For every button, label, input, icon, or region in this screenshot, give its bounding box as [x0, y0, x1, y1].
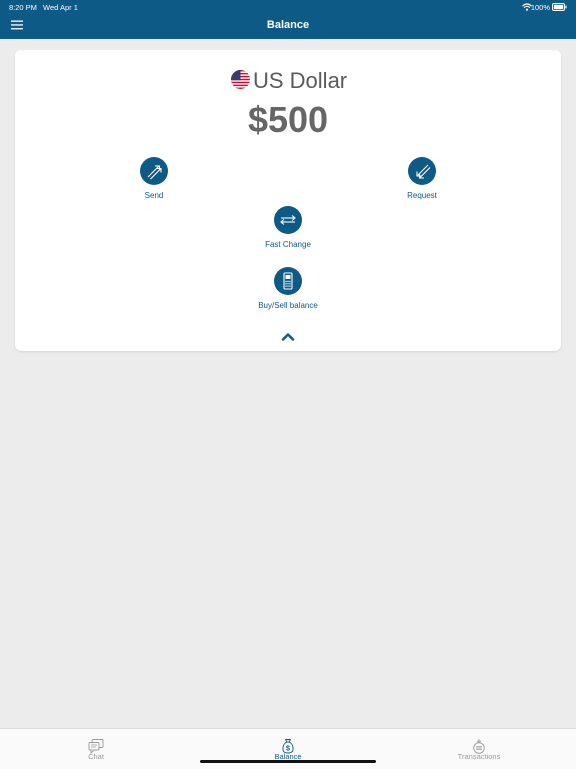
send-arrow-icon: [147, 165, 162, 180]
card-terminal-icon: [283, 272, 293, 290]
status-time: 8:20 PM: [9, 3, 37, 12]
currency-name: US Dollar: [253, 68, 348, 93]
battery-icon: [552, 3, 567, 11]
request-arrow-icon: [416, 164, 431, 179]
balance-card: US Dollar $500 Send Request Fast Change …: [15, 50, 561, 351]
tab-chat[interactable]: Chat: [66, 729, 126, 769]
us-flag-icon: [231, 70, 250, 89]
battery-percentage: 100%: [530, 3, 550, 12]
send-label: Send: [144, 191, 164, 200]
exchange-arrows-icon: [280, 215, 296, 225]
status-date: Wed Apr 1: [43, 3, 78, 12]
top-bar: 8:20 PM Wed Apr 1 100% Balance: [0, 0, 576, 39]
tab-balance[interactable]: $ Balance: [258, 729, 318, 769]
home-indicator: [200, 760, 376, 763]
page-title: Balance: [266, 19, 310, 31]
chevron-up-icon[interactable]: [281, 332, 295, 341]
tab-chat-label: Chat: [88, 752, 104, 761]
buy-sell-balance-label: Buy/Sell balance: [258, 301, 318, 310]
tab-transactions[interactable]: Transactions: [449, 729, 509, 769]
tab-transactions-label: Transactions: [457, 752, 501, 761]
balance-amount: $500: [247, 99, 329, 140]
fast-change-label: Fast Change: [265, 240, 311, 249]
request-label: Request: [407, 191, 437, 200]
